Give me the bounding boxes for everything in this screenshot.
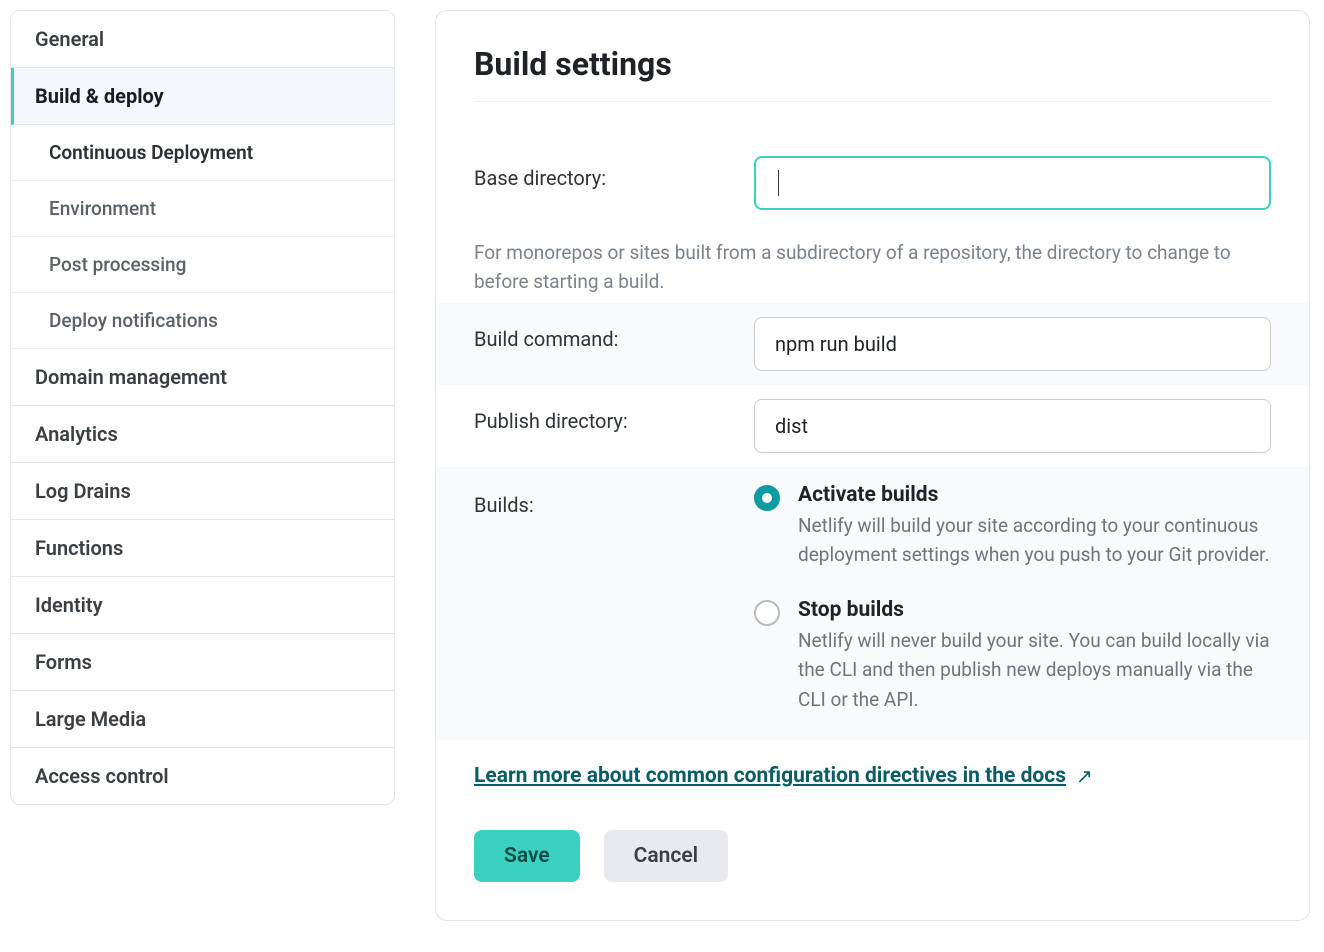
settings-sidebar: General Build & deploy Continuous Deploy… <box>10 10 395 805</box>
builds-option-activate[interactable]: Activate builds Netlify will build your … <box>754 483 1271 570</box>
sidebar-item-identity[interactable]: Identity <box>11 577 394 634</box>
base-directory-help: For monorepos or sites built from a subd… <box>474 238 1271 297</box>
activate-builds-desc: Netlify will build your site according t… <box>798 511 1271 570</box>
base-directory-label: Base directory: <box>474 156 754 190</box>
cancel-button[interactable]: Cancel <box>604 830 728 882</box>
stop-builds-desc: Netlify will never build your site. You … <box>798 626 1271 714</box>
builds-option-stop[interactable]: Stop builds Netlify will never build you… <box>754 598 1271 714</box>
publish-directory-input[interactable] <box>754 399 1271 453</box>
base-directory-input[interactable] <box>754 156 1271 210</box>
sidebar-item-domain-management[interactable]: Domain management <box>11 349 394 406</box>
sidebar-subitem-environment[interactable]: Environment <box>11 181 394 237</box>
sidebar-item-functions[interactable]: Functions <box>11 520 394 577</box>
stop-builds-title: Stop builds <box>798 598 1271 622</box>
publish-directory-label: Publish directory: <box>474 399 754 433</box>
build-command-label: Build command: <box>474 317 754 351</box>
panel-title: Build settings <box>474 45 1271 102</box>
sidebar-item-access-control[interactable]: Access control <box>11 748 394 804</box>
external-link-icon: ↗ <box>1076 764 1093 788</box>
build-command-input[interactable] <box>754 317 1271 371</box>
sidebar-item-general[interactable]: General <box>11 11 394 68</box>
sidebar-item-log-drains[interactable]: Log Drains <box>11 463 394 520</box>
radio-selected-icon <box>754 485 780 511</box>
docs-link[interactable]: Learn more about common configuration di… <box>474 764 1066 788</box>
text-caret-icon <box>778 170 779 196</box>
sidebar-item-analytics[interactable]: Analytics <box>11 406 394 463</box>
sidebar-subitem-post-processing[interactable]: Post processing <box>11 237 394 293</box>
save-button[interactable]: Save <box>474 830 580 882</box>
sidebar-item-large-media[interactable]: Large Media <box>11 691 394 748</box>
builds-label: Builds: <box>474 483 754 517</box>
sidebar-item-build-deploy[interactable]: Build & deploy <box>11 68 394 125</box>
sidebar-subitem-deploy-notifications[interactable]: Deploy notifications <box>11 293 394 349</box>
sidebar-subitem-continuous-deployment[interactable]: Continuous Deployment <box>11 125 394 181</box>
activate-builds-title: Activate builds <box>798 483 1271 507</box>
radio-unselected-icon <box>754 600 780 626</box>
sidebar-item-forms[interactable]: Forms <box>11 634 394 691</box>
build-settings-panel: Build settings Base directory: For monor… <box>435 10 1310 921</box>
